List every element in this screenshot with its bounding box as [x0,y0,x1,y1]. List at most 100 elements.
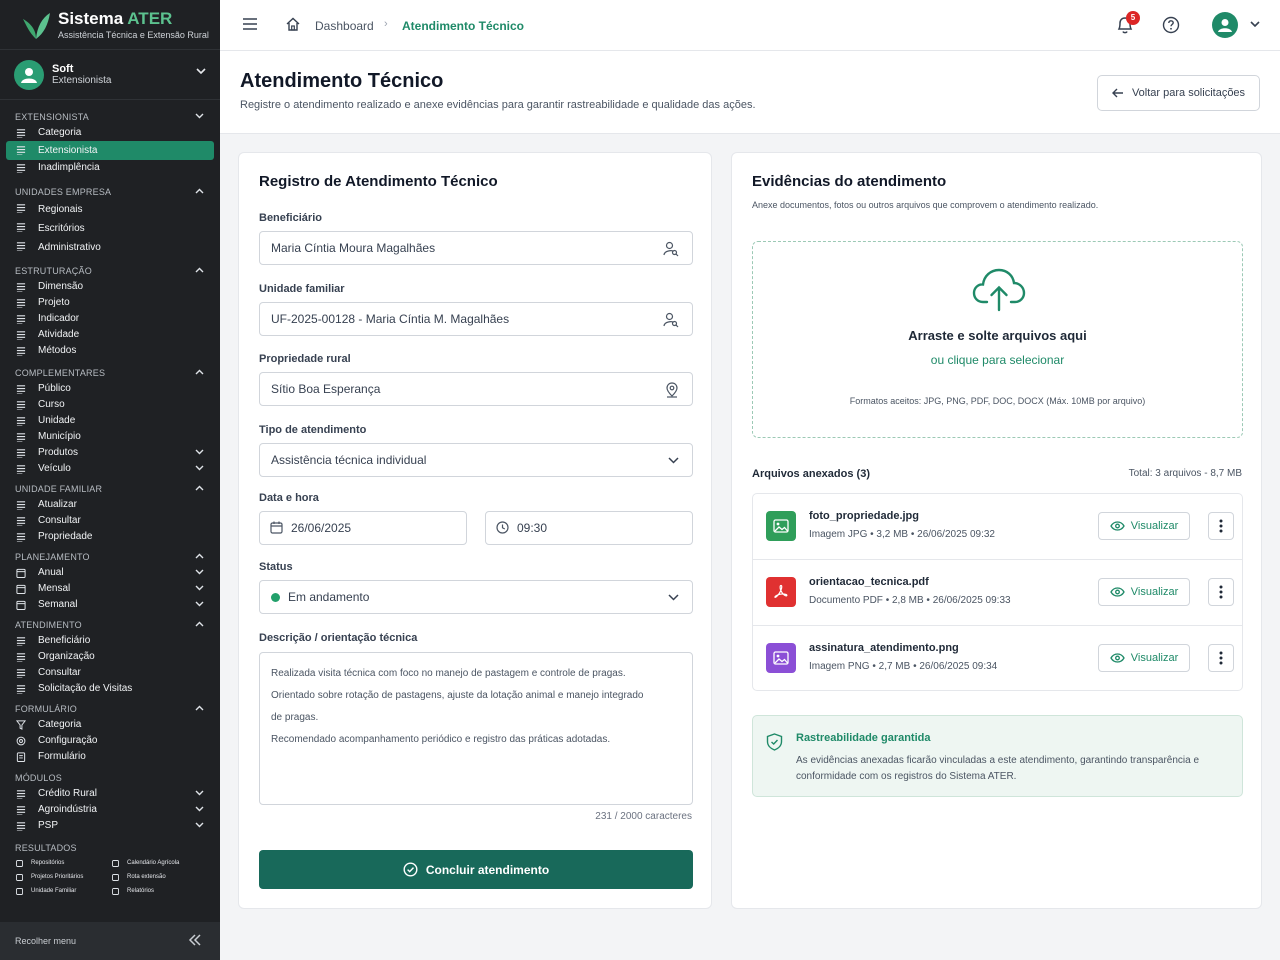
sidebar-item-unidades-0[interactable]: Regionais [0,200,220,219]
results-item-1[interactable]: Calendário Agrícola [110,858,206,869]
results-item-3[interactable]: Rota extensão [110,872,206,883]
sidebar-item-formulario-1[interactable]: Configuração [0,733,220,749]
family-unit-field[interactable]: UF-2025-00128 - Maria Cíntia M. Magalhãe… [259,302,693,336]
chevron-down-icon[interactable] [195,449,204,455]
more-options-button[interactable] [1208,578,1234,606]
chevron-down-icon[interactable] [195,113,204,119]
view-file-button[interactable]: Visualizar [1098,512,1190,540]
eye-icon [1110,521,1125,531]
sidebar-item-planejamento-1[interactable]: Mensal [0,581,220,597]
sidebar-section-unidade_familiar[interactable]: UNIDADE FAMILIAR [0,482,220,497]
results-item-0[interactable]: Repositórios [14,858,110,869]
conclude-service-button[interactable]: Concluir atendimento [259,850,693,889]
sidebar-section-modulos[interactable]: MÓDULOS [0,771,220,786]
service-type-select[interactable]: Assistência técnica individual [259,443,693,477]
sidebar-item-formulario-0[interactable]: Categoria [0,717,220,733]
status-select[interactable]: Em andamento [259,580,693,614]
more-options-button[interactable] [1208,644,1234,672]
sidebar-item-unidade_familiar-1[interactable]: Consultar [0,513,220,529]
sidebar-item-estruturacao-0[interactable]: Dimensão [0,279,220,295]
chevron-up-icon[interactable] [195,369,204,375]
sidebar-item-unidades-2[interactable]: Administrativo [0,238,220,257]
sidebar-item-unidade_familiar-2[interactable]: Propriedade [0,529,220,545]
sidebar-item-label: Crédito Rural [38,788,97,799]
chevron-down-icon[interactable] [195,585,204,591]
sidebar-item-extensionista-1[interactable]: Extensionista [6,141,214,160]
sidebar-section-extensionista[interactable]: EXTENSIONISTA [0,110,220,125]
list-icon [16,417,26,426]
evidence-title: Evidências do atendimento [752,173,947,190]
sidebar-item-unidades-1[interactable]: Escritórios [0,219,220,238]
sidebar-item-atendimento-0[interactable]: Beneficiário [0,633,220,649]
sidebar-item-atendimento-3[interactable]: Solicitação de Visitas [0,681,220,697]
sidebar-item-atendimento-1[interactable]: Organização [0,649,220,665]
chevron-up-icon[interactable] [195,188,204,194]
sidebar-item-estruturacao-1[interactable]: Projeto [0,295,220,311]
list-icon [16,385,26,394]
sidebar-section-formulario[interactable]: FORMULÁRIO [0,702,220,717]
chevron-up-icon[interactable] [195,705,204,711]
sidebar-section-planejamento[interactable]: PLANEJAMENTO [0,550,220,565]
sidebar-item-complementares-1[interactable]: Curso [0,397,220,413]
chevron-down-icon[interactable] [195,569,204,575]
list-icon [16,449,26,458]
sidebar-section-atendimento[interactable]: ATENDIMENTO [0,618,220,633]
select-files-link[interactable]: ou clique para selecionar [753,353,1242,367]
sidebar-item-modulos-0[interactable]: Crédito Rural [0,786,220,802]
sidebar-item-modulos-1[interactable]: Agroindústria [0,802,220,818]
sidebar-item-extensionista-2[interactable]: Inadimplência [0,160,220,176]
sidebar-item-planejamento-2[interactable]: Semanal [0,597,220,613]
user-avatar-button[interactable] [1212,12,1238,38]
sidebar-item-estruturacao-4[interactable]: Métodos [0,343,220,359]
beneficiary-field[interactable]: Maria Cíntia Moura Magalhães [259,231,693,265]
more-options-button[interactable] [1208,512,1234,540]
results-item-2[interactable]: Projetos Prioritários [14,872,110,883]
hamburger-menu-icon[interactable] [242,17,258,31]
chevron-down-icon[interactable] [195,601,204,607]
time-field[interactable]: 09:30 [485,511,693,545]
sidebar-item-complementares-5[interactable]: Veículo [0,461,220,477]
file-dropzone[interactable]: Arraste e solte arquivos aqui ou clique … [752,241,1243,438]
view-file-button[interactable]: Visualizar [1098,644,1190,672]
sidebar-section-resultados[interactable]: RESULTADOS [0,841,220,856]
results-item-5[interactable]: Relatórios [110,886,206,897]
sidebar-item-label: Anual [38,567,64,578]
help-icon[interactable] [1162,16,1180,34]
sidebar-item-formulario-2[interactable]: Formulário [0,749,220,765]
sidebar-section-complementares[interactable]: COMPLEMENTARES [0,366,220,381]
sidebar-item-atendimento-2[interactable]: Consultar [0,665,220,681]
view-file-button[interactable]: Visualizar [1098,578,1190,606]
property-field[interactable]: Sítio Boa Esperança [259,372,693,406]
list-icon [16,517,26,526]
sidebar-item-estruturacao-2[interactable]: Indicador [0,311,220,327]
chevron-down-icon[interactable] [1250,21,1260,27]
user-menu[interactable]: Soft Extensionista [0,50,220,100]
sidebar-item-complementares-4[interactable]: Produtos [0,445,220,461]
chevron-down-icon[interactable] [195,465,204,471]
chevron-up-icon[interactable] [195,553,204,559]
sidebar-item-unidade_familiar-0[interactable]: Atualizar [0,497,220,513]
home-icon[interactable] [286,17,300,31]
date-field[interactable]: 26/06/2025 [259,511,467,545]
chevron-down-icon[interactable] [195,822,204,828]
sidebar-item-complementares-2[interactable]: Unidade [0,413,220,429]
breadcrumb-dashboard[interactable]: Dashboard [315,19,374,33]
chevron-up-icon[interactable] [195,621,204,627]
chevron-down-icon[interactable] [195,790,204,796]
sidebar-item-complementares-3[interactable]: Município [0,429,220,445]
sidebar-item-extensionista-0[interactable]: Categoria [0,125,220,141]
results-item-4[interactable]: Unidade Familiar [14,886,110,897]
back-button-label: Voltar para solicitações [1131,87,1246,99]
description-textarea[interactable]: Realizada visita técnica com foco no man… [259,652,693,805]
collapse-menu-button[interactable]: Recolher menu [0,922,220,960]
back-to-requests-button[interactable]: Voltar para solicitações [1097,75,1260,111]
sidebar-item-planejamento-0[interactable]: Anual [0,565,220,581]
chevron-down-icon[interactable] [195,806,204,812]
sidebar-section-estruturacao[interactable]: ESTRUTURAÇÃO [0,264,220,279]
sidebar-item-complementares-0[interactable]: Público [0,381,220,397]
chevron-up-icon[interactable] [195,267,204,273]
sidebar-item-estruturacao-3[interactable]: Atividade [0,327,220,343]
chevron-up-icon[interactable] [195,485,204,491]
sidebar-item-modulos-2[interactable]: PSP [0,818,220,834]
sidebar-section-unidades[interactable]: UNIDADES EMPRESA [0,185,220,200]
